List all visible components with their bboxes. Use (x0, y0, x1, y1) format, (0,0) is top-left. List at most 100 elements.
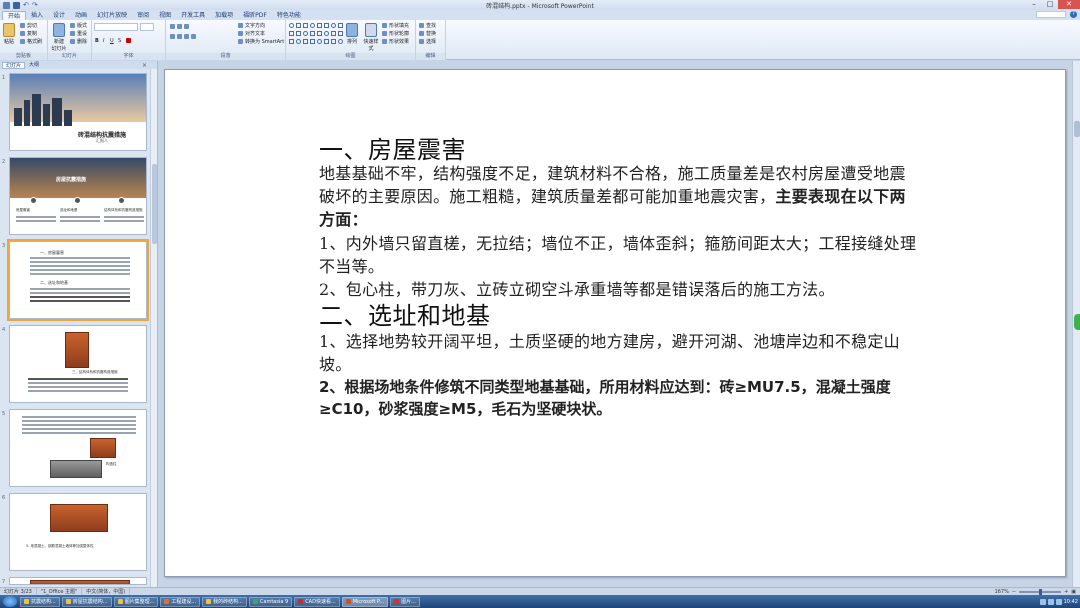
taskbar-item[interactable]: 我的砖结构... (202, 596, 247, 607)
taskbar-item[interactable]: Microsoft P... (341, 596, 389, 607)
tab-outline[interactable]: 大纲 (26, 62, 42, 69)
tab-addins[interactable]: 加载项 (210, 11, 238, 20)
text-direction-button[interactable]: 文字方向 (238, 22, 265, 29)
shape-option[interactable] (303, 23, 308, 28)
account-badge[interactable] (1036, 11, 1066, 18)
tab-animations[interactable]: 动画 (70, 11, 92, 20)
slide-item-1[interactable]: 1、内外墙只留直槎，无拉结；墙位不正，墙体歪斜；箍筋间距太大；工程接缝处理不当等… (319, 232, 919, 278)
tab-review[interactable]: 审阅 (132, 11, 154, 20)
slide-heading-2[interactable]: 二、选址和地基 (319, 296, 491, 331)
shape-option[interactable] (296, 31, 301, 36)
tab-developer[interactable]: 开发工具 (176, 11, 210, 20)
arrange-button[interactable]: 排列 (344, 23, 360, 45)
taskbar-item[interactable]: Camtasia 9 (248, 596, 293, 607)
slide-thumbnail-4[interactable]: 三、结构体系和抗震构造措施 (9, 325, 147, 403)
slide-thumbnail-1[interactable]: 砖混结构抗震措施 汇报人 (9, 73, 147, 151)
slide-heading-1[interactable]: 一、房屋震害 (319, 130, 466, 165)
pane-close-icon[interactable]: × (142, 62, 147, 69)
shape-option[interactable] (324, 31, 329, 36)
vertical-scroll-thumb[interactable] (1074, 121, 1080, 137)
close-button[interactable]: ✕ (1058, 0, 1080, 9)
shape-option[interactable] (338, 23, 343, 28)
shape-option[interactable] (289, 39, 294, 44)
shape-option[interactable] (317, 23, 322, 28)
shape-option[interactable] (303, 39, 308, 44)
slide-thumbnail-7[interactable] (9, 577, 147, 585)
taskbar-item[interactable]: 工程建设... (160, 596, 201, 607)
slide-item-4[interactable]: 2、根据场地条件修筑不同类型地基基础，所用材料应达到：砖≥MU7.5，混凝土强度… (319, 376, 919, 420)
taskbar-item[interactable]: 抗震结构... (20, 596, 60, 607)
shape-option[interactable] (289, 31, 294, 36)
shape-option[interactable] (338, 31, 343, 36)
quick-styles-button[interactable]: 快速样式 (362, 23, 380, 52)
pane-scrollbar[interactable] (150, 69, 157, 587)
underline-button[interactable]: U (110, 37, 114, 44)
zoom-slider[interactable] (1019, 589, 1062, 595)
shape-option[interactable] (331, 39, 336, 44)
reset-button[interactable]: 重设 (70, 30, 87, 37)
replace-button[interactable]: 替换 (419, 30, 436, 37)
start-button[interactable] (3, 596, 17, 607)
shape-option[interactable] (303, 31, 308, 36)
font-size-select[interactable] (140, 23, 154, 31)
volume-icon[interactable] (1047, 598, 1054, 605)
tab-special[interactable]: 特色功能 (272, 11, 306, 20)
bullets-button[interactable] (170, 23, 189, 30)
taskbar-item[interactable]: 图片集整理... (113, 596, 159, 607)
maximize-button[interactable]: □ (1042, 0, 1058, 9)
slide-item-3[interactable]: 1、选择地势较开阔平坦，土质坚硬的地方建房，避开河湖、池塘岸边和不稳定山坡。 (319, 330, 919, 376)
shape-option[interactable] (317, 31, 322, 36)
shape-effects-button[interactable]: 形状效果 (382, 38, 409, 45)
copy-button[interactable]: 复制 (20, 30, 37, 37)
select-button[interactable]: 选择 (419, 38, 436, 45)
find-button[interactable]: 查找 (419, 22, 436, 29)
tab-design[interactable]: 设计 (48, 11, 70, 20)
strikethrough-button[interactable]: S (118, 37, 121, 44)
minimize-button[interactable]: – (1026, 0, 1042, 9)
layout-button[interactable]: 版式 (70, 22, 87, 29)
shape-option[interactable] (296, 39, 301, 44)
format-painter-button[interactable]: 格式刷 (20, 38, 42, 45)
clock[interactable]: 10:42 (1064, 599, 1078, 605)
tab-slideshow[interactable]: 幻灯片放映 (92, 11, 132, 20)
taskbar-item[interactable]: 图片... (390, 596, 420, 607)
shape-option[interactable] (289, 23, 294, 28)
shapes-gallery[interactable] (289, 23, 343, 47)
language-indicator[interactable]: 中文(简体，中国) (82, 588, 131, 595)
font-color-button[interactable] (126, 37, 131, 44)
tab-home[interactable]: 开始 (2, 11, 27, 20)
bold-button[interactable]: B (95, 37, 99, 44)
shape-fill-button[interactable]: 形状填充 (382, 22, 409, 29)
shape-option[interactable] (324, 23, 329, 28)
new-slide-button[interactable]: 新建 幻灯片 (50, 23, 68, 52)
slide-paragraph-1[interactable]: 地基基础不牢，结构强度不足，建筑材料不合格，施工质量差是农村房屋遭受地震破坏的主… (319, 162, 919, 231)
align-buttons[interactable] (170, 33, 196, 40)
taskbar-item[interactable]: CAD快速看... (294, 596, 340, 607)
delete-button[interactable]: 删除 (70, 38, 87, 45)
smartart-button[interactable]: 转换为 SmartArt (238, 38, 284, 45)
shape-outline-button[interactable]: 形状轮廓 (382, 30, 409, 37)
help-icon[interactable]: ? (1070, 11, 1077, 18)
shape-option[interactable] (324, 39, 329, 44)
tab-foxit-pdf[interactable]: 福昕PDF (238, 11, 272, 20)
input-method-icon[interactable] (1055, 598, 1062, 605)
side-panel-handle[interactable] (1074, 314, 1080, 330)
taskbar-item[interactable]: 房屋抗震结构... (61, 596, 112, 607)
shape-option[interactable] (338, 39, 343, 44)
tab-insert[interactable]: 插入 (26, 11, 48, 20)
tab-slides[interactable]: 幻灯片 (2, 61, 26, 69)
pane-scroll-thumb[interactable] (152, 164, 157, 244)
shape-option[interactable] (310, 31, 315, 36)
paste-button[interactable]: 粘贴 (2, 23, 16, 45)
font-name-select[interactable] (94, 23, 138, 31)
shape-option[interactable] (310, 39, 315, 44)
network-icon[interactable] (1039, 598, 1046, 605)
slide-thumbnail-6[interactable]: 5. 用混凝土、钢筋混凝土墙体等加强整体性 (9, 493, 147, 571)
shape-option[interactable] (331, 31, 336, 36)
slide-thumbnail-2[interactable]: 房屋抗震措施 房屋震害 选址和地基 结构体系和抗震构造措施 (9, 157, 147, 235)
slide-canvas[interactable]: 一、房屋震害 地基基础不牢，结构强度不足，建筑材料不合格，施工质量差是农村房屋遭… (164, 69, 1066, 577)
shape-option[interactable] (317, 39, 322, 44)
shape-option[interactable] (331, 23, 336, 28)
cut-button[interactable]: 剪切 (20, 22, 37, 29)
shape-option[interactable] (296, 23, 301, 28)
